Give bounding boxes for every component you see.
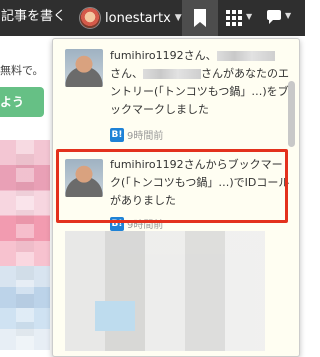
background-image-blurred xyxy=(0,140,50,350)
username-label: lonestartx xyxy=(105,10,171,26)
top-navbar: 記事を書く lonestartx ▼ ▼ ▼ xyxy=(0,0,305,36)
notification-text: さん、 xyxy=(110,67,143,80)
bookmark-button[interactable] xyxy=(182,0,218,36)
notification-text: fumihiro1192さん、 xyxy=(110,49,217,62)
background-cta-label: よう xyxy=(0,95,25,109)
user-avatar xyxy=(79,7,101,29)
redacted-username xyxy=(143,69,201,79)
notification-message: fumihiro1192さんからブックマーク(「トンコツもつ鍋」…)でIDコール… xyxy=(110,158,290,207)
notification-time: 9時間前 xyxy=(127,220,164,231)
hatena-bookmark-icon: B! xyxy=(110,216,124,231)
user-avatar xyxy=(65,49,103,87)
grid-icon xyxy=(226,10,242,26)
user-avatar xyxy=(65,159,103,197)
write-article-link[interactable]: 記事を書く xyxy=(0,0,66,36)
bookmark-icon xyxy=(194,9,206,27)
notification-item-blurred xyxy=(65,231,265,351)
chat-icon xyxy=(267,10,281,24)
chevron-down-icon: ▼ xyxy=(174,13,182,23)
user-menu[interactable]: lonestartx ▼ xyxy=(79,6,182,30)
redacted-username xyxy=(216,51,275,61)
notifications-dropdown: fumihiro1192さん、 さん、 さんがあなたのエントリー(「トンコツもつ鍋… xyxy=(52,38,300,357)
notification-meta: B! 9時間前 xyxy=(110,216,163,231)
chevron-down-icon: ▼ xyxy=(285,11,292,20)
apps-menu-button[interactable]: ▼ xyxy=(226,10,252,26)
notification-item[interactable]: fumihiro1192さん、 さん、 さんがあなたのエントリー(「トンコツもつ鍋… xyxy=(53,39,289,147)
hatena-bookmark-icon: B! xyxy=(110,127,124,142)
background-cta-button[interactable]: よう xyxy=(0,87,44,117)
notification-item[interactable]: fumihiro1192さんからブックマーク(「トンコツもつ鍋」…)でIDコール… xyxy=(53,151,289,231)
notifications-menu-button[interactable]: ▼ xyxy=(267,10,291,24)
notification-message: fumihiro1192さん、 さん、 さんがあなたのエントリー(「トンコツもつ鍋… xyxy=(110,47,290,119)
chevron-down-icon: ▼ xyxy=(246,12,253,21)
notification-meta: B! 9時間前 xyxy=(110,127,163,142)
notification-time: 9時間前 xyxy=(127,131,164,142)
background-text: 無料で。 xyxy=(0,64,44,77)
